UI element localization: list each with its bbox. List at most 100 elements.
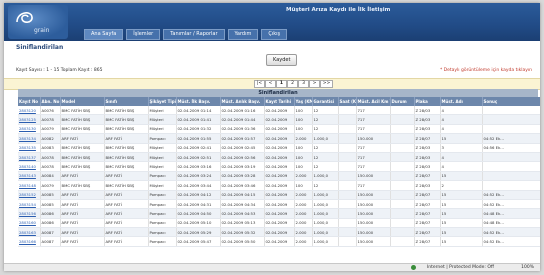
- table-cell: 02.04.2009 05:47: [176, 236, 221, 247]
- column-header[interactable]: Şikâyet Tipi: [148, 97, 177, 106]
- nav-item-logout[interactable]: Çıkış: [261, 29, 288, 40]
- table-cell: ARF FATİ: [104, 208, 149, 219]
- pager-first-button[interactable]: |<: [254, 80, 265, 88]
- column-header[interactable]: Abn. No: [40, 97, 61, 106]
- table-cell: BMC FATİH SBŞ: [104, 114, 149, 125]
- nav-item-help[interactable]: Yardım: [227, 29, 259, 40]
- table-cell: Z 28/07: [414, 208, 441, 219]
- table-cell: 4: [440, 124, 483, 135]
- table-cell: ARF FATİ: [60, 171, 105, 182]
- column-header[interactable]: Sonuç: [482, 97, 540, 106]
- record-link[interactable]: 2803160: [18, 218, 41, 229]
- table-cell: 02.04.2009 01:55: [176, 133, 221, 144]
- column-header[interactable]: Plaka: [414, 97, 441, 106]
- table-cell: Müşteri: [148, 161, 177, 172]
- record-link[interactable]: 2803156: [18, 208, 41, 219]
- table-row[interactable]: 2803160 A0086 ARF FATİ ARF FATİ Pompacı 02.04…: [18, 218, 540, 229]
- zoom-level[interactable]: 100%: [521, 264, 534, 271]
- table-cell: 15: [440, 208, 483, 219]
- record-link[interactable]: 2803135: [18, 143, 41, 153]
- table-row[interactable]: 2803130 A0079 BMC FATİH SBŞ BMC FATİH SBŞ Mü…: [18, 124, 540, 135]
- table-cell: A0078: [40, 161, 61, 172]
- save-button[interactable]: Kaydet: [266, 54, 298, 66]
- table-cell: BMC FATİH SBŞ: [60, 106, 105, 116]
- table-row[interactable]: 2803154 A0085 ARF FATİ ARF FATİ Pompacı 02.04…: [18, 199, 540, 210]
- table-cell: 2.000: [294, 208, 313, 219]
- record-link[interactable]: 2803148: [18, 180, 41, 191]
- company-logo[interactable]: grain: [8, 5, 68, 39]
- table-cell: 4: [440, 161, 483, 172]
- pager-page-3[interactable]: 3: [298, 80, 309, 88]
- record-link[interactable]: 2803154: [18, 199, 41, 210]
- column-header[interactable]: Garantisi: [312, 97, 339, 106]
- table-cell: ARF FATİ: [104, 171, 149, 182]
- column-header[interactable]: Müst. Acil Km Türü: [356, 97, 391, 106]
- table-row[interactable]: 2803143 A0084 ARF FATİ ARF FATİ Pompacı 02.04…: [18, 171, 540, 182]
- table-cell: Z 28/03: [414, 143, 441, 153]
- nav-item-operations[interactable]: İşlemler: [126, 29, 161, 40]
- pager-next-button[interactable]: >: [309, 80, 320, 88]
- record-link[interactable]: 2803140: [18, 161, 41, 172]
- table-cell: Z 28/03: [414, 152, 441, 163]
- column-header[interactable]: Durum: [390, 97, 415, 106]
- table-cell: 100: [294, 152, 313, 163]
- table-row[interactable]: 2803140 A0078 BMC FATİH SBŞ BMC FATİH SBŞ Mü…: [18, 161, 540, 172]
- table-row[interactable]: 2803125 A0078 BMC FATİH SBŞ BMC FATİH SBŞ Mü…: [18, 114, 540, 125]
- nav-item-home[interactable]: Ana Sayfa: [84, 29, 124, 40]
- table-cell: [482, 171, 540, 182]
- record-link[interactable]: 2803163: [18, 227, 41, 238]
- table-cell: 717: [356, 106, 391, 116]
- table-cell: BMC FATİH SBŞ: [60, 143, 105, 153]
- record-link[interactable]: 2803134: [18, 133, 41, 144]
- pager-page-1[interactable]: 1: [276, 80, 287, 88]
- table-row[interactable]: 2803163 A0087 ARF FATİ ARF FATİ Pompacı 02.04…: [18, 227, 540, 238]
- table-cell: 02.04.2009 05:50: [220, 236, 265, 247]
- record-link[interactable]: 2803125: [18, 114, 41, 125]
- record-link[interactable]: 2803166: [18, 236, 41, 247]
- column-header[interactable]: Müst. İlk Başv.: [176, 97, 221, 106]
- table-cell: 15: [440, 199, 483, 210]
- column-header[interactable]: Kayıt Tarihi: [264, 97, 295, 106]
- column-header[interactable]: Müst. Anlık Başv.: [220, 97, 265, 106]
- table-cell: [390, 106, 415, 116]
- table-cell: ARF FATİ: [104, 133, 149, 144]
- column-header[interactable]: Saat (Km): [338, 97, 357, 106]
- table-row[interactable]: 2803156 A0086 ARF FATİ ARF FATİ Pompacı 02.04…: [18, 208, 540, 219]
- table-row[interactable]: 2803148 A0079 BMC FATİH SBŞ BMC FATİH SBŞ Mü…: [18, 180, 540, 191]
- column-header[interactable]: Müst. Adı: [440, 97, 483, 106]
- table-row[interactable]: 2803120 A0076 BMC FATİH SBŞ BMC FATİH SBŞ Mü…: [18, 106, 540, 116]
- app-title: Müşteri Arıza Kaydı ile İlk İletişim: [286, 7, 391, 13]
- record-link[interactable]: 2803152: [18, 190, 41, 200]
- table-row[interactable]: 2803137 A0078 BMC FATİH SBŞ BMC FATİH SBŞ Mü…: [18, 152, 540, 163]
- table-cell: 02.04.2009 04:12: [176, 190, 221, 200]
- nav-item-definitions[interactable]: Tanımlar / Raporlar: [163, 29, 225, 40]
- column-header[interactable]: Model: [60, 97, 105, 106]
- table-cell: [338, 124, 357, 135]
- table-cell: ARF FATİ: [104, 236, 149, 247]
- pager-last-button[interactable]: >>: [320, 80, 333, 88]
- record-link[interactable]: 2803137: [18, 152, 41, 163]
- table-cell: 2.000: [294, 171, 313, 182]
- record-link[interactable]: 2803130: [18, 124, 41, 135]
- table-cell: 2.000: [294, 199, 313, 210]
- table-cell: 02.04.2009: [264, 180, 295, 191]
- column-header[interactable]: Sınıfı: [104, 97, 149, 106]
- pager-prev-button[interactable]: <: [265, 80, 276, 88]
- column-header[interactable]: Yaş (KM): [294, 97, 313, 106]
- table-cell: [338, 114, 357, 125]
- table-cell: 1.000,0: [312, 208, 339, 219]
- table-row[interactable]: 2803135 A0083 BMC FATİH SBŞ BMC FATİH SBŞ Mü…: [18, 143, 540, 153]
- table-cell: 12: [312, 114, 339, 125]
- record-link[interactable]: 2803143: [18, 171, 41, 182]
- table-cell: 1.000,0: [312, 190, 339, 200]
- table-cell: 717: [356, 143, 391, 153]
- table-row[interactable]: 2803152 A0085 ARF FATİ ARF FATİ Pompacı 02.04…: [18, 190, 540, 200]
- record-link[interactable]: 2803120: [18, 106, 41, 116]
- pager-page-2[interactable]: 2: [287, 80, 298, 88]
- column-header[interactable]: Kayıt No: [18, 97, 41, 106]
- table-row[interactable]: 2803166 A0087 ARF FATİ ARF FATİ Pompacı 02.04…: [18, 236, 540, 247]
- table-cell: 02.04.2009 05:13: [220, 218, 265, 229]
- table-cell: Z 28/07: [414, 190, 441, 200]
- table-cell: Z 28/03: [414, 114, 441, 125]
- table-row[interactable]: 2803134 A0082 ARF FATİ ARF FATİ Pompacı 02.04…: [18, 133, 540, 144]
